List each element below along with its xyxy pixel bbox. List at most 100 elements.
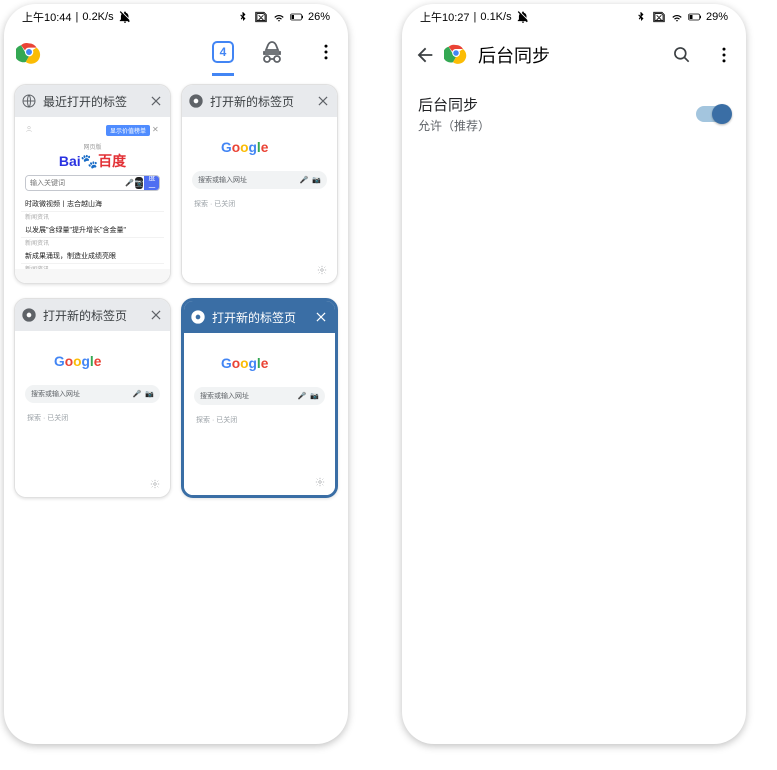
- phone-left: 上午10:44 | 0.2K/s 26%: [4, 4, 348, 744]
- svg-text:Google: Google: [221, 356, 269, 371]
- status-time: 上午10:44: [22, 9, 72, 25]
- svg-text:Google: Google: [54, 354, 102, 369]
- tab-card[interactable]: 最近打开的标签 显示价值榜单 ✕ 网页版 Bai🐾百度: [14, 84, 171, 284]
- mic-icon: 🎤: [300, 176, 309, 184]
- ntp-search: 搜索或输入网址 🎤 📷: [192, 171, 327, 189]
- status-time: 上午10:27: [420, 9, 470, 25]
- search-placeholder: 搜索或输入网址: [200, 391, 249, 401]
- baidu-pill: 显示价值榜单: [106, 125, 150, 136]
- camera-icon: 📷: [135, 177, 144, 189]
- close-icon[interactable]: [148, 307, 164, 323]
- toggle-knob: [712, 104, 732, 124]
- back-icon[interactable]: [414, 44, 436, 66]
- ntp-search: 搜索或输入网址 🎤 📷: [25, 385, 160, 403]
- tab-card[interactable]: 打开新的标签页 Google 搜索或输入网址 🎤 📷 探索 · 已关闭: [181, 84, 338, 284]
- google-logo: Google: [221, 135, 299, 161]
- tab-count-button[interactable]: 4: [212, 41, 234, 76]
- small-close-icon: ✕: [152, 125, 160, 133]
- news-sub: 新闻资讯: [21, 238, 164, 249]
- divider: |: [474, 11, 477, 23]
- google-logo: Google: [221, 351, 299, 377]
- close-icon[interactable]: [315, 93, 331, 109]
- tab-header: 打开新的标签页: [184, 301, 335, 333]
- battery-icon: [688, 10, 702, 24]
- nosim-icon: [254, 10, 268, 24]
- search-placeholder: 搜索或输入网址: [31, 389, 80, 399]
- toggle-switch[interactable]: [696, 106, 730, 122]
- globe-icon: [21, 93, 37, 109]
- battery-pct: 29%: [706, 11, 728, 23]
- baidu-input: [26, 176, 125, 190]
- divider: |: [76, 11, 79, 23]
- discover-label: 探索 · 已关闭: [21, 413, 164, 423]
- news-sub: 新闻资讯: [21, 212, 164, 223]
- tab-card[interactable]: 打开新的标签页 Google 搜索或输入网址 🎤 📷 探索 · 已关闭: [14, 298, 171, 498]
- wifi-icon: [272, 10, 286, 24]
- setting-sublabel: 允许（推荐）: [418, 117, 696, 134]
- wifi-icon: [670, 10, 684, 24]
- mic-icon: 🎤: [133, 390, 142, 398]
- setting-row-background-sync[interactable]: 后台同步 允许（推荐）: [402, 80, 746, 148]
- chrome-favicon-icon: [190, 309, 206, 325]
- tab-preview: Google 搜索或输入网址 🎤 📷 探索 · 已关闭: [15, 331, 170, 497]
- search-placeholder: 搜索或输入网址: [198, 175, 247, 185]
- search-icon[interactable]: [672, 45, 692, 65]
- more-icon[interactable]: [714, 45, 734, 65]
- close-icon[interactable]: [313, 309, 329, 325]
- nosim-icon: [652, 10, 666, 24]
- baidu-search-button: 百度一下: [144, 176, 159, 190]
- svg-text:Google: Google: [221, 140, 269, 155]
- discover-label: 探索 · 已关闭: [190, 415, 329, 425]
- google-logo: Google: [54, 349, 132, 375]
- tab-title: 打开新的标签页: [210, 93, 309, 110]
- tab-switcher-bar: 4: [4, 30, 348, 74]
- news-item: 新成果涌现，制造业成绩亮眼: [21, 249, 164, 264]
- tab-card[interactable]: 打开新的标签页 Google 搜索或输入网址 🎤 📷 探索 · 已关闭: [181, 298, 338, 498]
- tab-preview: Google 搜索或输入网址 🎤 📷 探索 · 已关闭: [184, 333, 335, 495]
- battery-pct: 26%: [308, 11, 330, 23]
- bluetooth-icon: [634, 10, 648, 24]
- chrome-logo-icon[interactable]: [16, 39, 42, 65]
- gear-icon: [150, 479, 160, 489]
- mic-icon: 🎤: [298, 392, 307, 400]
- status-bar: 上午10:27 | 0.1K/s 29%: [402, 4, 746, 30]
- close-icon[interactable]: [148, 93, 164, 109]
- status-bar: 上午10:44 | 0.2K/s 26%: [4, 4, 348, 30]
- camera-icon: 📷: [312, 176, 321, 184]
- dnd-icon: [516, 10, 530, 24]
- settings-header: 后台同步: [402, 30, 746, 80]
- ntp-search: 搜索或输入网址 🎤 📷: [194, 387, 325, 405]
- tab-header: 打开新的标签页: [15, 299, 170, 331]
- status-speed: 0.2K/s: [82, 11, 113, 23]
- tab-title: 最近打开的标签: [43, 93, 142, 110]
- discover-label: 探索 · 已关闭: [188, 199, 331, 209]
- page-title: 后台同步: [478, 42, 664, 68]
- tab-grid: 最近打开的标签 显示价值榜单 ✕ 网页版 Bai🐾百度: [4, 74, 348, 508]
- dnd-icon: [118, 10, 132, 24]
- chrome-logo-icon: [444, 41, 468, 70]
- tab-header: 最近打开的标签: [15, 85, 170, 117]
- mic-icon: 🎤: [125, 176, 134, 190]
- news-item: 时政微视频丨志合越山海: [21, 197, 164, 212]
- tab-title: 打开新的标签页: [43, 307, 142, 324]
- status-speed: 0.1K/s: [480, 11, 511, 23]
- gear-icon: [315, 477, 325, 487]
- bluetooth-icon: [236, 10, 250, 24]
- news-item: 以发展"含绿量"提升增长"含金量": [21, 223, 164, 238]
- baidu-search: 🎤 📷 百度一下: [25, 175, 160, 191]
- tab-preview: 显示价值榜单 ✕ 网页版 Bai🐾百度 🎤 📷 百度一下 时政微视频丨志合越山海…: [15, 117, 170, 283]
- gear-icon: [317, 265, 327, 275]
- camera-icon: 📷: [310, 392, 319, 400]
- camera-icon: 📷: [145, 390, 154, 398]
- tab-preview: Google 搜索或输入网址 🎤 📷 探索 · 已关闭: [182, 117, 337, 283]
- setting-label: 后台同步: [418, 94, 696, 115]
- chrome-favicon-icon: [188, 93, 204, 109]
- bottom-nav: [15, 269, 170, 283]
- battery-icon: [290, 10, 304, 24]
- tab-title: 打开新的标签页: [212, 309, 307, 326]
- incognito-icon[interactable]: [260, 40, 284, 64]
- chrome-favicon-icon: [21, 307, 37, 323]
- phone-right: 上午10:27 | 0.1K/s 29%: [402, 4, 746, 744]
- more-icon[interactable]: [316, 42, 336, 62]
- user-icon: [25, 125, 33, 133]
